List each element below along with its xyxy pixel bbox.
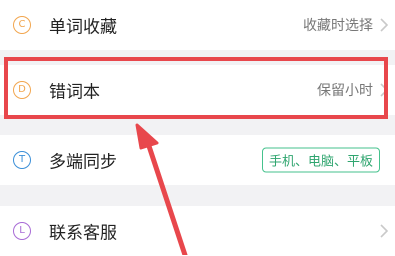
row-label-word-favorites: 单词收藏 <box>49 17 117 38</box>
row-value-word-favorites: 收藏时选择 <box>303 18 373 34</box>
devices-tag: 手机、电脑、平板 <box>261 147 380 173</box>
settings-row-word-favorites[interactable]: C 单词收藏 收藏时选择 <box>0 0 395 50</box>
chevron-right-icon <box>380 83 389 97</box>
settings-row-wrong-words[interactable]: D 错词本 保留小时 <box>0 65 395 115</box>
settings-row-contact-support[interactable]: L 联系客服 <box>0 206 395 256</box>
chevron-right-icon <box>380 224 389 238</box>
settings-row-multi-device-sync[interactable]: T 多端同步 手机、电脑、平板 <box>0 135 395 185</box>
row-label-wrong-words: 错词本 <box>49 82 100 103</box>
letter-l-icon: L <box>13 222 31 240</box>
row-label-multi-device-sync: 多端同步 <box>49 152 117 173</box>
chevron-right-icon <box>380 18 389 32</box>
row-label-contact-support: 联系客服 <box>49 223 117 244</box>
letter-t-icon: T <box>13 151 31 169</box>
letter-c-icon: C <box>13 16 31 34</box>
letter-d-icon: D <box>13 81 31 99</box>
row-value-wrong-words: 保留小时 <box>317 83 373 99</box>
